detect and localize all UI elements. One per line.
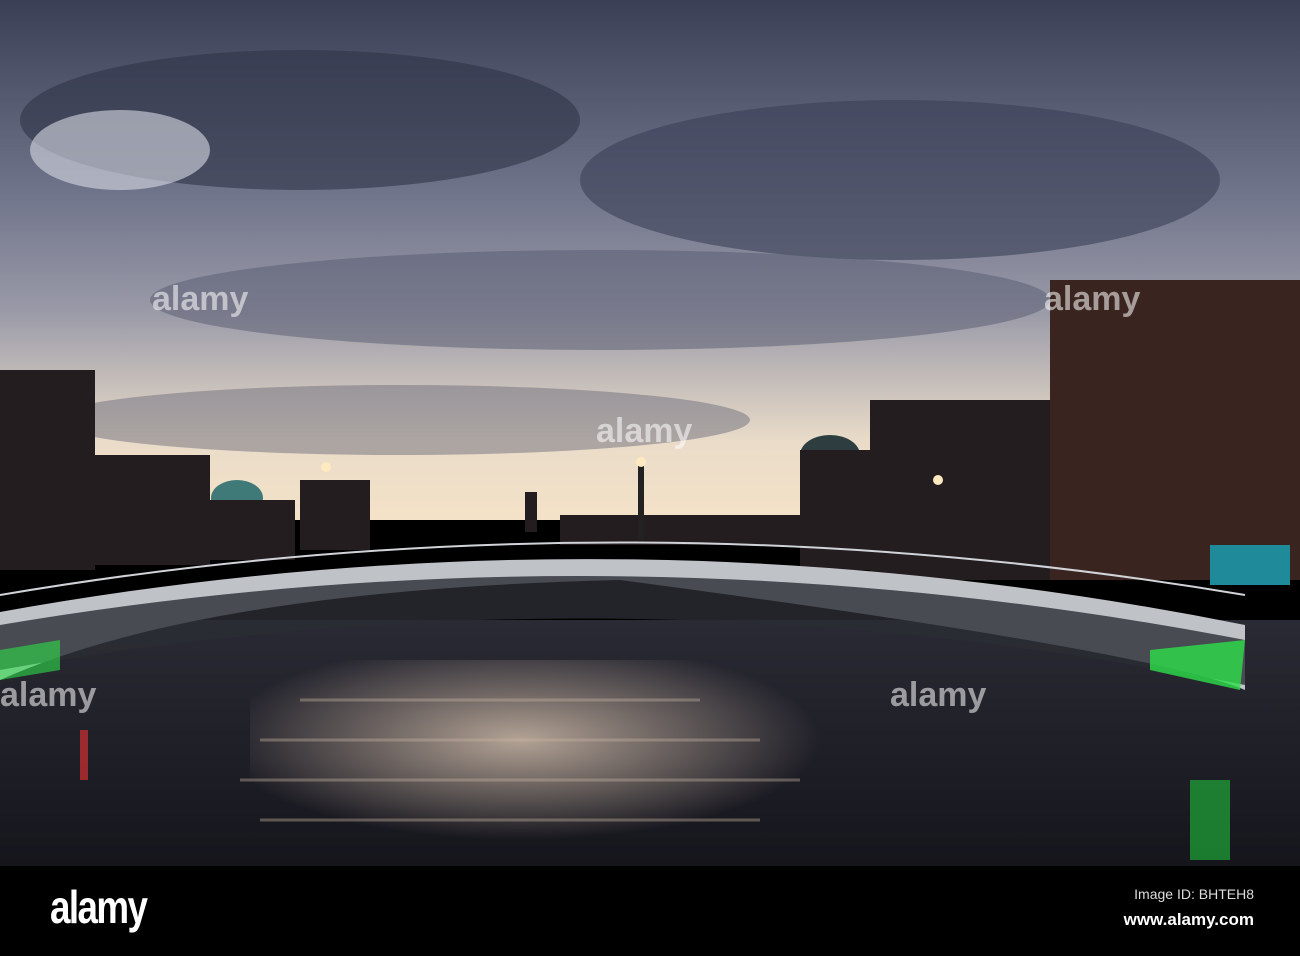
svg-text:alamy: alamy — [1044, 280, 1140, 318]
image-id: Image ID: BHTEH8 — [1134, 886, 1254, 902]
website-link[interactable]: www.alamy.com — [1124, 910, 1254, 930]
svg-text:alamy: alamy — [596, 412, 692, 450]
svg-text:alamy: alamy — [890, 676, 986, 714]
alamy-logo: alamy — [50, 881, 148, 933]
svg-text:alamy: alamy — [0, 676, 96, 714]
footer-bar: alamy Image ID: BHTEH8 www.alamy.com — [0, 866, 1300, 956]
svg-text:alamy: alamy — [152, 280, 248, 318]
photo-ha-penny-bridge-dusk: alamy alamy alamy alamy alamy — [0, 0, 1300, 866]
